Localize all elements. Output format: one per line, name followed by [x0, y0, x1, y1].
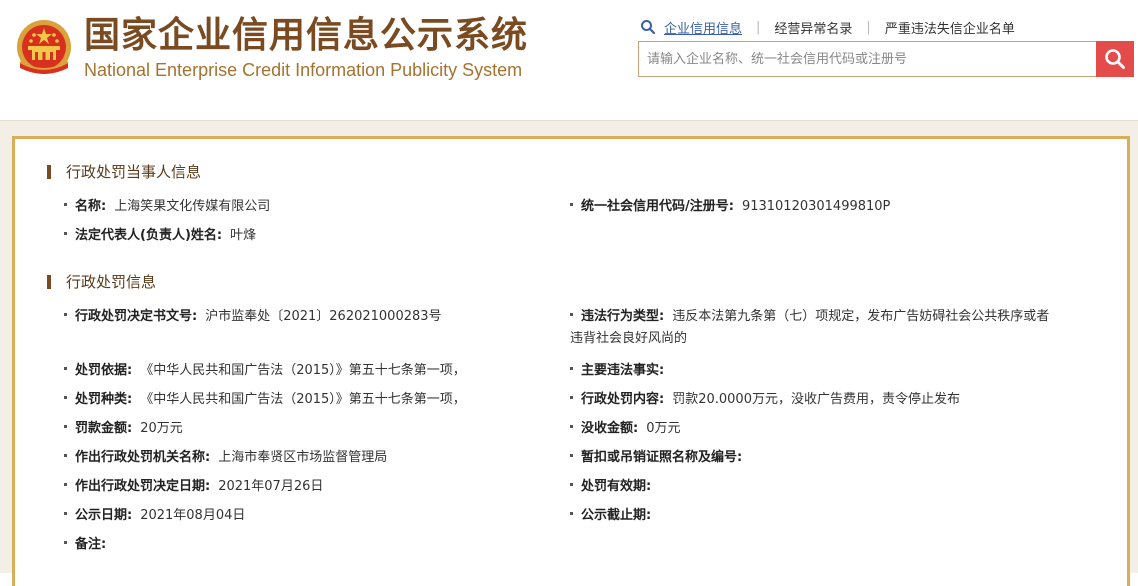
search-button[interactable] [1096, 41, 1134, 77]
field-violation-type: 违法行为类型: 违反本法第九条第（七）项规定，发布广告妨碍社会公共秩序或者违背社会… [570, 309, 1050, 346]
top-nav: 企业信用信息 | 经营异常名录 | 严重违法失信企业名单 [640, 16, 1015, 38]
field-fine: 罚款金额: 20万元 [64, 420, 183, 438]
field-credit-code: 统一社会信用代码/注册号: 91310120301499810P [570, 198, 890, 216]
nav-link-credit-info[interactable]: 企业信用信息 [664, 18, 742, 37]
field-publish-date: 公示日期: 2021年08月04日 [64, 507, 245, 525]
site-title: 国家企业信用信息公示系统 [84, 15, 529, 56]
field-basis: 处罚依据: 《中华人民共和国广告法（2015）》第五十七条第一项， [64, 362, 466, 380]
field-authority: 作出行政处罚机关名称: 上海市奉贤区市场监督管理局 [64, 449, 387, 467]
field-validity: 处罚有效期: [570, 478, 659, 496]
field-legal-rep: 法定代表人(负责人)姓名: 叶烽 [64, 227, 256, 245]
nav-separator: | [866, 19, 871, 35]
search-box [638, 41, 1134, 77]
field-kind: 处罚种类: 《中华人民共和国广告法（2015）》第五十七条第一项， [64, 391, 466, 409]
search-icon [641, 20, 656, 35]
nav-link-abnormal-list[interactable]: 经营异常名录 [774, 18, 852, 37]
field-content: 行政处罚内容: 罚款20.0000万元，没收广告费用，责令停止发布 [570, 391, 960, 409]
field-decision-date: 作出行政处罚决定日期: 2021年07月26日 [64, 478, 323, 496]
field-confiscation: 没收金额: 0万元 [570, 420, 680, 438]
field-publish-end: 公示截止期: [570, 507, 659, 525]
search-input[interactable] [639, 42, 1095, 76]
field-name: 名称: 上海笑果文化传媒有限公司 [64, 198, 270, 216]
field-remark: 备注: [64, 536, 114, 554]
site-subtitle: National Enterprise Credit Information P… [84, 60, 523, 80]
section-title-penalty: 行政处罚信息 [47, 272, 156, 292]
nav-link-serious-violation-list[interactable]: 严重违法失信企业名单 [885, 18, 1015, 37]
field-license: 暂扣或吊销证照名称及编号: [570, 449, 750, 467]
national-emblem-icon [17, 20, 71, 74]
nav-separator: | [756, 19, 761, 35]
field-facts: 主要违法事实: [570, 362, 672, 380]
site-header: 国家企业信用信息公示系统 National Enterprise Credit … [0, 0, 1138, 120]
search-icon [1105, 49, 1125, 69]
field-doc-no: 行政处罚决定书文号: 沪市监奉处〔2021〕262021000283号 [64, 308, 442, 326]
section-title-party: 行政处罚当事人信息 [47, 162, 201, 182]
